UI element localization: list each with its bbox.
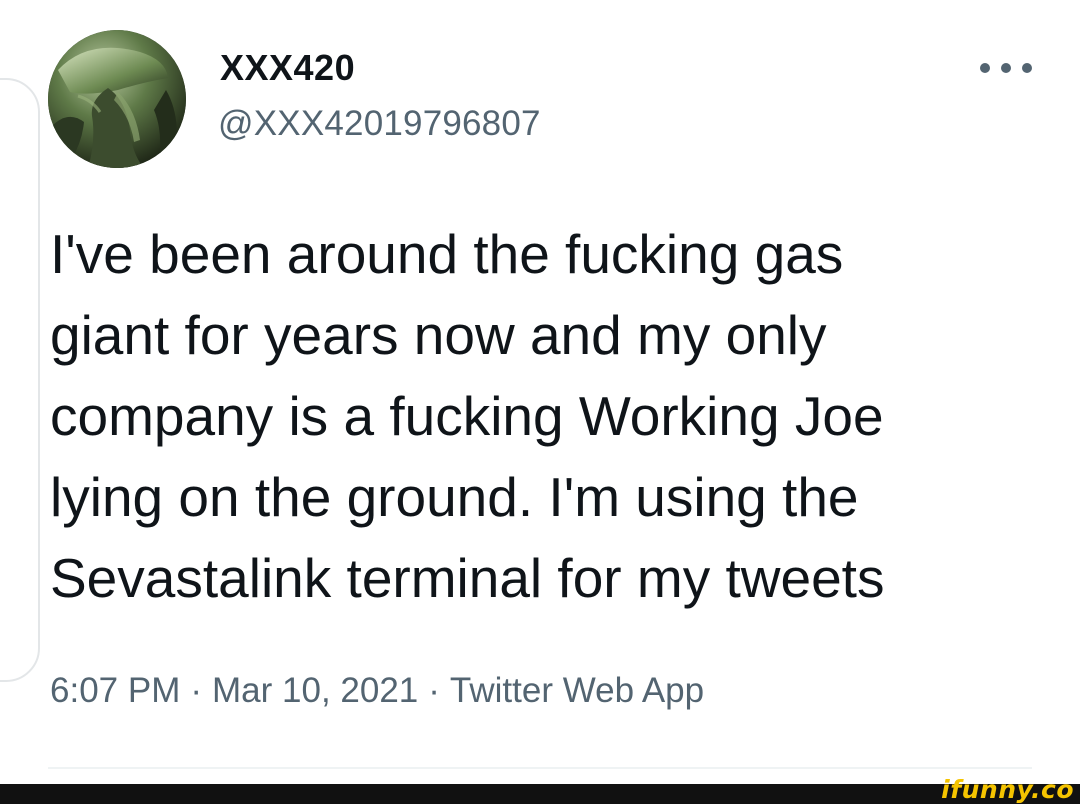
tweet-text-line: giant for years now and my only: [50, 304, 827, 366]
tweet-date[interactable]: Mar 10, 2021: [212, 671, 418, 710]
tweet-source[interactable]: Twitter Web App: [450, 671, 704, 710]
meta-separator: ·: [428, 671, 440, 710]
tweet-text-line: I've been around the fucking gas: [50, 223, 844, 285]
more-horizontal-icon[interactable]: [980, 56, 1032, 80]
background-card-edge: [0, 78, 40, 682]
watermark-bar: ifunny.co: [0, 776, 1080, 804]
tweet-text-line: lying on the ground. I'm using the: [50, 466, 859, 528]
ifunny-watermark: ifunny.co: [941, 775, 1074, 804]
more-dot: [1001, 63, 1011, 73]
tweet-metadata: 6:07 PM · Mar 10, 2021 · Twitter Web App: [50, 669, 704, 713]
divider: [48, 767, 1032, 769]
alien-avatar-image: [48, 30, 186, 168]
tweet-text-line: Sevastalink terminal for my tweets: [50, 547, 885, 609]
tweet-text: I've been around the fucking gas giant f…: [50, 214, 1050, 619]
user-handle[interactable]: @XXX42019796807: [218, 103, 541, 145]
more-dot: [1022, 63, 1032, 73]
tweet-time[interactable]: 6:07 PM: [50, 671, 180, 710]
meta-separator: ·: [190, 671, 203, 710]
tweet-text-line: company is a fucking Working Joe: [50, 385, 884, 447]
display-name[interactable]: XXX420: [220, 47, 355, 89]
more-dot: [980, 63, 990, 73]
avatar[interactable]: [48, 30, 186, 168]
